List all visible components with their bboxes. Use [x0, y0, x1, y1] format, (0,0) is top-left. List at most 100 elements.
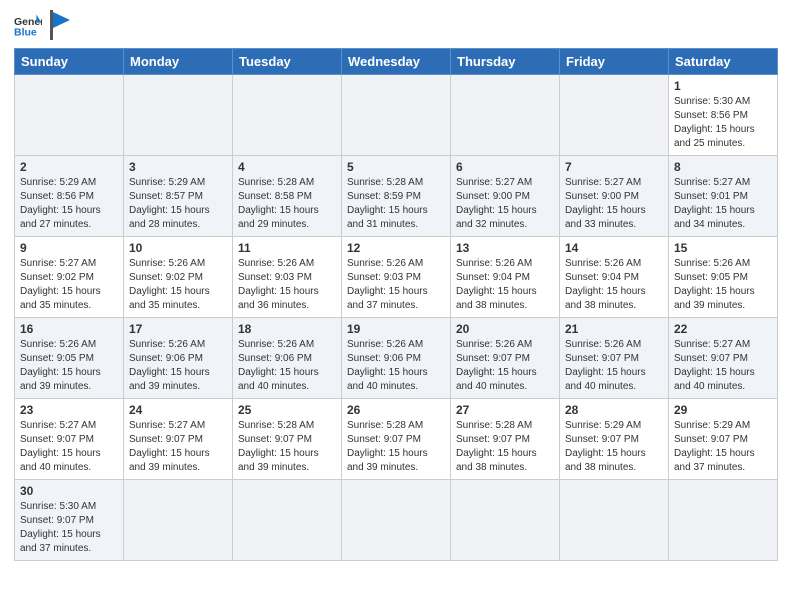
week-row-4: 16Sunrise: 5:26 AM Sunset: 9:05 PM Dayli… [15, 318, 778, 399]
day-number: 6 [456, 160, 554, 174]
page: General Blue SundayMondayTuesdayWednesda… [0, 0, 792, 571]
day-info: Sunrise: 5:26 AM Sunset: 9:03 PM Dayligh… [347, 257, 445, 313]
calendar-cell: 8 Sunrise: 5:27 AM Sunset: 9:01 PM Daylig… [669, 156, 778, 237]
day-info: Sunrise: 5:29 AM Sunset: 9:07 PM Dayligh… [565, 419, 663, 475]
day-info: Sunrise: 5:29 AM Sunset: 8:56 PM Dayligh… [20, 176, 118, 232]
logo-icon: General Blue [14, 11, 42, 39]
day-info: Sunrise: 5:26 AM Sunset: 9:04 PM Dayligh… [456, 257, 554, 313]
day-number: 13 [456, 241, 554, 255]
day-number: 22 [674, 322, 772, 336]
calendar-cell [342, 75, 451, 156]
weekday-header-saturday: Saturday [669, 49, 778, 75]
header: General Blue [14, 10, 778, 40]
logo: General Blue [14, 10, 72, 40]
calendar-cell: 14 Sunrise: 5:26 AM Sunset: 9:04 PM Dayli… [560, 237, 669, 318]
day-info: Sunrise: 5:28 AM Sunset: 9:07 PM Dayligh… [347, 419, 445, 475]
calendar-cell: 16Sunrise: 5:26 AM Sunset: 9:05 PM Dayli… [15, 318, 124, 399]
day-info: Sunrise: 5:28 AM Sunset: 9:07 PM Dayligh… [456, 419, 554, 475]
day-info: Sunrise: 5:30 AM Sunset: 8:56 PM Dayligh… [674, 95, 772, 151]
day-info: Sunrise: 5:27 AM Sunset: 9:07 PM Dayligh… [674, 338, 772, 394]
weekday-header-monday: Monday [124, 49, 233, 75]
week-row-1: 1Sunrise: 5:30 AM Sunset: 8:56 PM Daylig… [15, 75, 778, 156]
day-info: Sunrise: 5:30 AM Sunset: 9:07 PM Dayligh… [20, 500, 118, 556]
calendar-cell [451, 480, 560, 561]
day-info: Sunrise: 5:27 AM Sunset: 9:00 PM Dayligh… [456, 176, 554, 232]
calendar-cell: 11 Sunrise: 5:26 AM Sunset: 9:03 PM Dayli… [233, 237, 342, 318]
calendar-cell: 10 Sunrise: 5:26 AM Sunset: 9:02 PM Dayli… [124, 237, 233, 318]
calendar-cell: 9 Sunrise: 5:27 AM Sunset: 9:02 PM Daylig… [15, 237, 124, 318]
day-info: Sunrise: 5:27 AM Sunset: 9:07 PM Dayligh… [20, 419, 118, 475]
day-number: 3 [129, 160, 227, 174]
day-number: 2 [20, 160, 118, 174]
week-row-2: 2 Sunrise: 5:29 AM Sunset: 8:56 PM Daylig… [15, 156, 778, 237]
calendar-cell: 13 Sunrise: 5:26 AM Sunset: 9:04 PM Dayli… [451, 237, 560, 318]
calendar-cell [124, 75, 233, 156]
day-info: Sunrise: 5:28 AM Sunset: 8:59 PM Dayligh… [347, 176, 445, 232]
weekday-header-friday: Friday [560, 49, 669, 75]
weekday-header-wednesday: Wednesday [342, 49, 451, 75]
calendar-cell [560, 480, 669, 561]
day-number: 26 [347, 403, 445, 417]
day-info: Sunrise: 5:26 AM Sunset: 9:07 PM Dayligh… [456, 338, 554, 394]
day-info: Sunrise: 5:26 AM Sunset: 9:02 PM Dayligh… [129, 257, 227, 313]
day-info: Sunrise: 5:26 AM Sunset: 9:03 PM Dayligh… [238, 257, 336, 313]
calendar-table: SundayMondayTuesdayWednesdayThursdayFrid… [14, 48, 778, 561]
calendar-cell [233, 480, 342, 561]
weekday-header-row: SundayMondayTuesdayWednesdayThursdayFrid… [15, 49, 778, 75]
weekday-header-sunday: Sunday [15, 49, 124, 75]
day-number: 25 [238, 403, 336, 417]
calendar-cell [560, 75, 669, 156]
logo-flag-icon [50, 10, 72, 40]
day-info: Sunrise: 5:26 AM Sunset: 9:06 PM Dayligh… [129, 338, 227, 394]
calendar-cell [451, 75, 560, 156]
weekday-header-thursday: Thursday [451, 49, 560, 75]
day-number: 5 [347, 160, 445, 174]
calendar-cell: 28 Sunrise: 5:29 AM Sunset: 9:07 PM Dayli… [560, 399, 669, 480]
calendar-cell: 2 Sunrise: 5:29 AM Sunset: 8:56 PM Daylig… [15, 156, 124, 237]
day-number: 29 [674, 403, 772, 417]
day-number: 10 [129, 241, 227, 255]
day-number: 15 [674, 241, 772, 255]
calendar-cell: 23 Sunrise: 5:27 AM Sunset: 9:07 PM Dayli… [15, 399, 124, 480]
calendar-cell: 12 Sunrise: 5:26 AM Sunset: 9:03 PM Dayli… [342, 237, 451, 318]
calendar-cell: 5 Sunrise: 5:28 AM Sunset: 8:59 PM Daylig… [342, 156, 451, 237]
day-number: 18 [238, 322, 336, 336]
calendar-cell: 24 Sunrise: 5:27 AM Sunset: 9:07 PM Dayli… [124, 399, 233, 480]
calendar-cell: 6 Sunrise: 5:27 AM Sunset: 9:00 PM Daylig… [451, 156, 560, 237]
calendar-cell: 22 Sunrise: 5:27 AM Sunset: 9:07 PM Dayli… [669, 318, 778, 399]
day-number: 9 [20, 241, 118, 255]
day-info: Sunrise: 5:26 AM Sunset: 9:04 PM Dayligh… [565, 257, 663, 313]
calendar-cell: 26 Sunrise: 5:28 AM Sunset: 9:07 PM Dayli… [342, 399, 451, 480]
day-number: 28 [565, 403, 663, 417]
day-number: 27 [456, 403, 554, 417]
day-number: 11 [238, 241, 336, 255]
day-info: Sunrise: 5:28 AM Sunset: 8:58 PM Dayligh… [238, 176, 336, 232]
week-row-5: 23 Sunrise: 5:27 AM Sunset: 9:07 PM Dayli… [15, 399, 778, 480]
day-number: 30 [20, 484, 118, 498]
svg-text:Blue: Blue [14, 27, 37, 39]
day-info: Sunrise: 5:28 AM Sunset: 9:07 PM Dayligh… [238, 419, 336, 475]
calendar-cell: 18Sunrise: 5:26 AM Sunset: 9:06 PM Dayli… [233, 318, 342, 399]
day-number: 12 [347, 241, 445, 255]
day-info: Sunrise: 5:29 AM Sunset: 9:07 PM Dayligh… [674, 419, 772, 475]
calendar-cell: 25 Sunrise: 5:28 AM Sunset: 9:07 PM Dayli… [233, 399, 342, 480]
calendar-cell [15, 75, 124, 156]
calendar-cell [342, 480, 451, 561]
day-info: Sunrise: 5:26 AM Sunset: 9:07 PM Dayligh… [565, 338, 663, 394]
day-info: Sunrise: 5:29 AM Sunset: 8:57 PM Dayligh… [129, 176, 227, 232]
calendar-cell: 29 Sunrise: 5:29 AM Sunset: 9:07 PM Dayli… [669, 399, 778, 480]
day-number: 7 [565, 160, 663, 174]
day-number: 23 [20, 403, 118, 417]
day-number: 8 [674, 160, 772, 174]
week-row-3: 9 Sunrise: 5:27 AM Sunset: 9:02 PM Daylig… [15, 237, 778, 318]
day-info: Sunrise: 5:27 AM Sunset: 9:02 PM Dayligh… [20, 257, 118, 313]
day-info: Sunrise: 5:27 AM Sunset: 9:07 PM Dayligh… [129, 419, 227, 475]
day-number: 24 [129, 403, 227, 417]
weekday-header-tuesday: Tuesday [233, 49, 342, 75]
day-number: 14 [565, 241, 663, 255]
calendar-cell: 30 Sunrise: 5:30 AM Sunset: 9:07 PM Dayli… [15, 480, 124, 561]
calendar-cell: 3 Sunrise: 5:29 AM Sunset: 8:57 PM Daylig… [124, 156, 233, 237]
day-info: Sunrise: 5:27 AM Sunset: 9:01 PM Dayligh… [674, 176, 772, 232]
day-info: Sunrise: 5:26 AM Sunset: 9:05 PM Dayligh… [674, 257, 772, 313]
day-number: 20 [456, 322, 554, 336]
